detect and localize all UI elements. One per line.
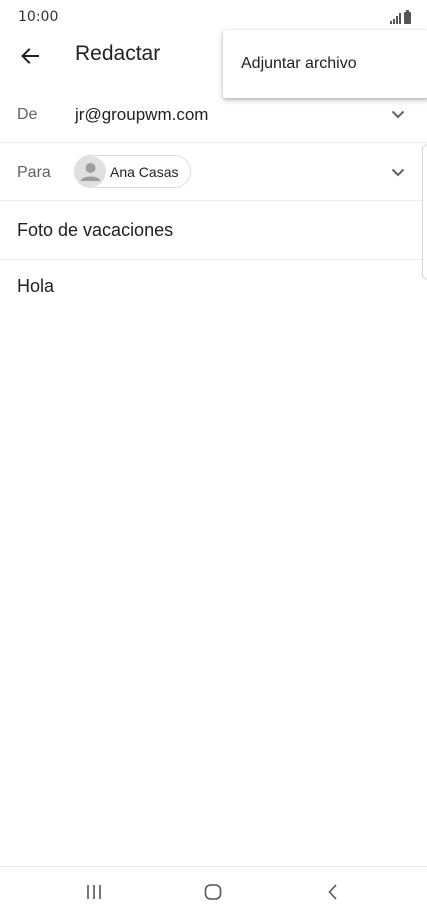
overflow-menu: Adjuntar archivo bbox=[223, 30, 427, 98]
to-expand-button[interactable] bbox=[387, 161, 409, 183]
subject-input[interactable]: Foto de vacaciones bbox=[17, 220, 173, 241]
signal-icon bbox=[390, 13, 401, 24]
status-icons bbox=[390, 10, 411, 24]
recents-button[interactable] bbox=[74, 877, 114, 907]
navigation-bar bbox=[0, 866, 427, 916]
chevron-down-icon bbox=[391, 168, 405, 176]
system-back-button[interactable] bbox=[313, 877, 353, 907]
menu-item-attach-file[interactable]: Adjuntar archivo bbox=[223, 30, 427, 98]
recipient-name: Ana Casas bbox=[110, 163, 179, 180]
status-bar: 10:00 bbox=[0, 0, 427, 34]
to-row: Para Ana Casas bbox=[0, 143, 427, 201]
person-icon bbox=[75, 156, 106, 187]
recipient-chip[interactable]: Ana Casas bbox=[74, 155, 192, 188]
recents-icon bbox=[87, 885, 101, 899]
from-label: De bbox=[17, 106, 38, 123]
status-time: 10:00 bbox=[18, 9, 59, 25]
page-title: Redactar bbox=[75, 42, 161, 65]
back-icon bbox=[328, 884, 337, 900]
home-button[interactable] bbox=[193, 877, 233, 907]
from-account[interactable]: jr@groupwm.com bbox=[75, 105, 208, 125]
back-button[interactable] bbox=[14, 40, 46, 72]
subject-row: Foto de vacaciones bbox=[0, 201, 427, 260]
chevron-down-icon bbox=[391, 110, 405, 118]
body-input[interactable]: Hola bbox=[17, 276, 54, 297]
to-label: Para bbox=[17, 164, 51, 181]
arrow-back-icon bbox=[21, 48, 39, 64]
battery-icon bbox=[404, 10, 411, 24]
home-icon bbox=[204, 884, 222, 900]
edge-panel-handle[interactable] bbox=[422, 144, 427, 280]
from-expand-button[interactable] bbox=[387, 103, 409, 125]
